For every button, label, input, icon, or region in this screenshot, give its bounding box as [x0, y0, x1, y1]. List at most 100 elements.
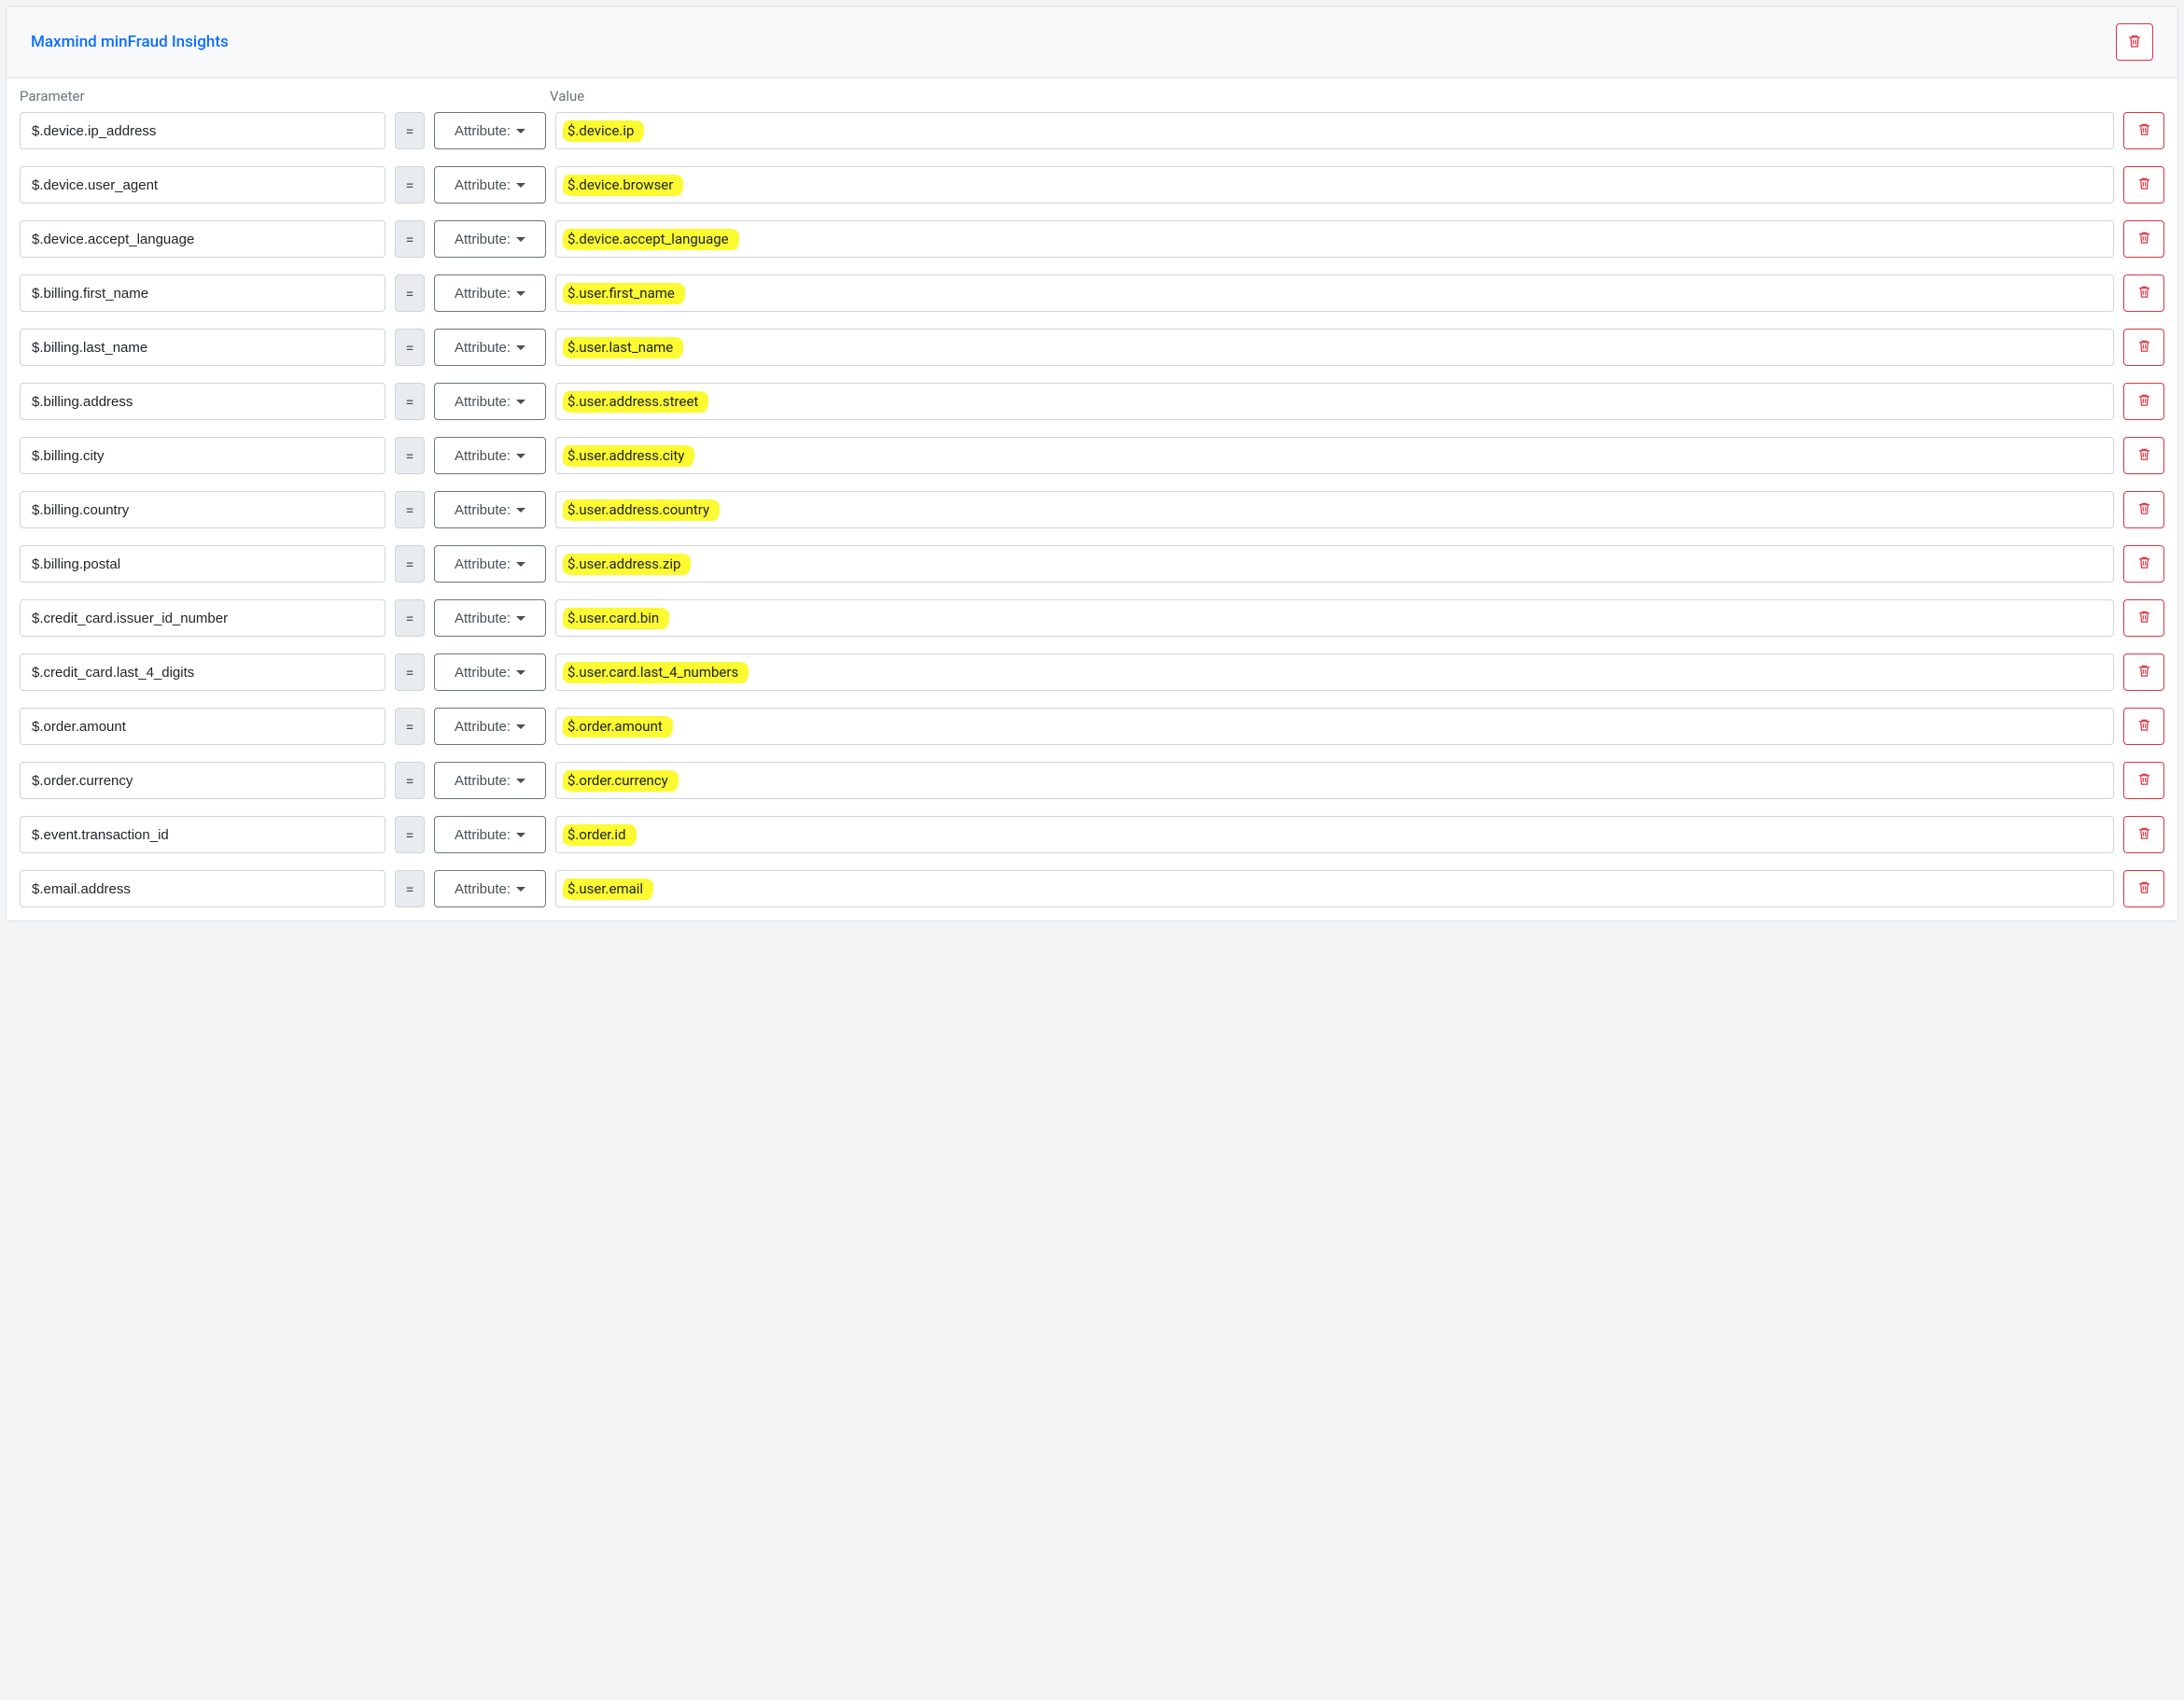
parameter-input[interactable] — [20, 166, 385, 204]
attribute-dropdown[interactable]: Attribute: — [434, 112, 546, 149]
parameter-row: =Attribute:$.user.address.street — [20, 383, 2164, 420]
delete-row-button[interactable] — [2123, 816, 2164, 853]
parameter-input[interactable] — [20, 383, 385, 420]
parameter-row: =Attribute:$.user.address.zip — [20, 545, 2164, 583]
value-cell[interactable]: $.user.address.street — [555, 383, 2114, 420]
attribute-dropdown[interactable]: Attribute: — [434, 329, 546, 366]
attribute-dropdown[interactable]: Attribute: — [434, 220, 546, 258]
parameter-input[interactable] — [20, 599, 385, 637]
attribute-dropdown[interactable]: Attribute: — [434, 599, 546, 637]
parameter-input[interactable] — [20, 491, 385, 528]
trash-icon — [2137, 122, 2151, 139]
attribute-dropdown[interactable]: Attribute: — [434, 274, 546, 312]
attribute-dropdown[interactable]: Attribute: — [434, 816, 546, 853]
parameter-input[interactable] — [20, 816, 385, 853]
attribute-dropdown[interactable]: Attribute: — [434, 762, 546, 799]
value-cell[interactable]: $.user.card.bin — [555, 599, 2114, 637]
parameter-input[interactable] — [20, 112, 385, 149]
attribute-dropdown[interactable]: Attribute: — [434, 545, 546, 583]
parameter-input[interactable] — [20, 329, 385, 366]
parameter-row: =Attribute:$.user.email — [20, 870, 2164, 907]
equals-label: = — [395, 599, 425, 637]
parameter-input[interactable] — [20, 437, 385, 474]
chevron-down-icon — [516, 183, 525, 188]
value-text: $.order.id — [566, 826, 628, 843]
trash-icon — [2137, 231, 2151, 247]
equals-label: = — [395, 220, 425, 258]
attribute-dropdown[interactable]: Attribute: — [434, 491, 546, 528]
panel-title[interactable]: Maxmind minFraud Insights — [31, 33, 229, 51]
parameter-input[interactable] — [20, 708, 385, 745]
equals-label: = — [395, 491, 425, 528]
value-cell[interactable]: $.user.email — [555, 870, 2114, 907]
attribute-dropdown[interactable]: Attribute: — [434, 653, 546, 691]
parameter-row: =Attribute:$.order.currency — [20, 762, 2164, 799]
delete-row-button[interactable] — [2123, 274, 2164, 312]
attribute-dropdown[interactable]: Attribute: — [434, 437, 546, 474]
attribute-dropdown-label: Attribute: — [455, 340, 511, 356]
trash-icon — [2137, 285, 2151, 302]
value-text: $.device.accept_language — [566, 231, 731, 247]
rows-container: =Attribute:$.device.ip=Attribute:$.devic… — [7, 112, 2177, 920]
value-text: $.device.ip — [566, 122, 636, 139]
delete-row-button[interactable] — [2123, 491, 2164, 528]
delete-row-button[interactable] — [2123, 220, 2164, 258]
value-cell[interactable]: $.user.card.last_4_numbers — [555, 653, 2114, 691]
attribute-dropdown-label: Attribute: — [455, 556, 511, 572]
value-cell[interactable]: $.order.currency — [555, 762, 2114, 799]
delete-row-button[interactable] — [2123, 545, 2164, 583]
delete-row-button[interactable] — [2123, 599, 2164, 637]
parameter-input[interactable] — [20, 274, 385, 312]
parameter-input[interactable] — [20, 220, 385, 258]
attribute-dropdown-label: Attribute: — [455, 665, 511, 681]
delete-row-button[interactable] — [2123, 653, 2164, 691]
parameter-input[interactable] — [20, 870, 385, 907]
delete-row-button[interactable] — [2123, 166, 2164, 204]
parameter-input[interactable] — [20, 762, 385, 799]
value-cell[interactable]: $.user.address.country — [555, 491, 2114, 528]
attribute-dropdown[interactable]: Attribute: — [434, 870, 546, 907]
delete-row-button[interactable] — [2123, 329, 2164, 366]
attribute-dropdown-label: Attribute: — [455, 232, 511, 247]
value-cell[interactable]: $.device.browser — [555, 166, 2114, 204]
parameter-input[interactable] — [20, 545, 385, 583]
parameter-input[interactable] — [20, 653, 385, 691]
value-text: $.user.last_name — [566, 339, 675, 356]
value-cell[interactable]: $.order.id — [555, 816, 2114, 853]
value-cell[interactable]: $.device.accept_language — [555, 220, 2114, 258]
value-text: $.user.card.bin — [566, 610, 661, 626]
parameter-row: =Attribute:$.order.amount — [20, 708, 2164, 745]
column-headers: Parameter Value — [7, 78, 2177, 112]
chevron-down-icon — [516, 779, 525, 783]
panel-header: Maxmind minFraud Insights — [7, 7, 2177, 78]
attribute-dropdown[interactable]: Attribute: — [434, 383, 546, 420]
chevron-down-icon — [516, 724, 525, 729]
attribute-dropdown[interactable]: Attribute: — [434, 166, 546, 204]
value-cell[interactable]: $.user.address.zip — [555, 545, 2114, 583]
delete-row-button[interactable] — [2123, 112, 2164, 149]
attribute-dropdown-label: Attribute: — [455, 286, 511, 302]
parameter-row: =Attribute:$.user.card.last_4_numbers — [20, 653, 2164, 691]
trash-icon — [2137, 880, 2151, 897]
value-text: $.user.email — [566, 880, 645, 897]
attribute-dropdown[interactable]: Attribute: — [434, 708, 546, 745]
delete-row-button[interactable] — [2123, 437, 2164, 474]
equals-label: = — [395, 112, 425, 149]
value-cell[interactable]: $.order.amount — [555, 708, 2114, 745]
value-cell[interactable]: $.user.last_name — [555, 329, 2114, 366]
value-cell[interactable]: $.user.address.city — [555, 437, 2114, 474]
trash-icon — [2137, 772, 2151, 789]
attribute-dropdown-label: Attribute: — [455, 773, 511, 789]
delete-row-button[interactable] — [2123, 708, 2164, 745]
delete-row-button[interactable] — [2123, 762, 2164, 799]
chevron-down-icon — [516, 454, 525, 458]
delete-row-button[interactable] — [2123, 383, 2164, 420]
delete-row-button[interactable] — [2123, 870, 2164, 907]
trash-icon — [2137, 447, 2151, 464]
value-text: $.device.browser — [566, 176, 675, 193]
delete-panel-button[interactable] — [2116, 23, 2153, 61]
value-cell[interactable]: $.device.ip — [555, 112, 2114, 149]
value-text: $.user.address.zip — [566, 555, 682, 572]
trash-icon — [2137, 555, 2151, 572]
value-cell[interactable]: $.user.first_name — [555, 274, 2114, 312]
